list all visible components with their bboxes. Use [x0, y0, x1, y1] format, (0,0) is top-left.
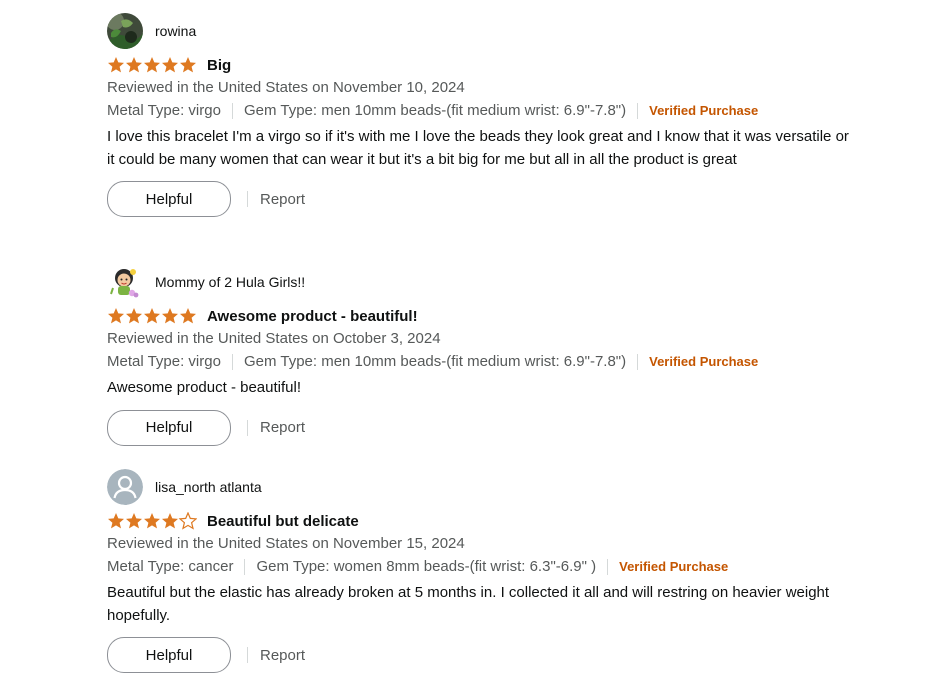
metal-type[interactable]: Metal Type: virgo: [107, 351, 221, 373]
helpful-button[interactable]: Helpful: [107, 409, 231, 446]
avatar[interactable]: [107, 13, 143, 49]
divider: [247, 191, 248, 207]
review-title[interactable]: Beautiful but delicate: [207, 513, 359, 530]
metal-type[interactable]: Metal Type: cancer: [107, 556, 233, 578]
review-actions: Helpful Report: [107, 409, 907, 446]
report-link[interactable]: Report: [260, 191, 305, 208]
gem-type[interactable]: Gem Type: men 10mm beads-(fit medium wri…: [244, 100, 626, 122]
review-actions: Helpful Report: [107, 181, 907, 217]
review-title-row: Big: [107, 54, 907, 76]
reviewer-profile[interactable]: rowina: [107, 12, 907, 50]
avatar[interactable]: [107, 469, 143, 505]
review-title[interactable]: Big: [207, 57, 231, 74]
divider: [231, 103, 233, 119]
star-rating[interactable]: [107, 512, 199, 530]
person-icon: [107, 469, 143, 505]
reviewer-profile[interactable]: lisa_north atlanta: [107, 468, 907, 506]
reviewer-name[interactable]: Mommy of 2 Hula Girls!!: [155, 274, 305, 290]
helpful-button[interactable]: Helpful: [107, 637, 231, 673]
report-link[interactable]: Report: [260, 647, 305, 664]
five-star-rating-icon: [108, 308, 196, 324]
divider: [247, 647, 248, 663]
divider: [247, 419, 248, 436]
review-body: Awesome product - beautiful!: [107, 379, 301, 396]
review-card: Mommy of 2 Hula Girls!! Awesome product …: [107, 263, 907, 446]
variant-info: Metal Type: cancer Gem Type: women 8mm b…: [107, 556, 907, 578]
reviewer-name[interactable]: lisa_north atlanta: [155, 479, 262, 495]
avatar[interactable]: [107, 264, 143, 300]
review-actions: Helpful Report: [107, 637, 907, 673]
gem-type[interactable]: Gem Type: women 8mm beads-(fit wrist: 6.…: [256, 556, 596, 578]
variant-info: Metal Type: virgo Gem Type: men 10mm bea…: [107, 100, 907, 122]
review-date: Reviewed in the United States on Novembe…: [107, 79, 465, 96]
divider: [637, 354, 639, 370]
hula-girl-avatar-icon: [107, 264, 143, 300]
reviewer-profile[interactable]: Mommy of 2 Hula Girls!!: [107, 263, 907, 301]
report-link[interactable]: Report: [260, 419, 305, 436]
metal-type[interactable]: Metal Type: virgo: [107, 100, 221, 122]
variant-info: Metal Type: virgo Gem Type: men 10mm bea…: [107, 351, 907, 373]
five-star-rating-icon: [108, 57, 196, 73]
verified-purchase-badge[interactable]: Verified Purchase: [649, 351, 758, 373]
review-card: lisa_north atlanta Beautiful but delicat…: [107, 468, 907, 673]
star-rating[interactable]: [107, 56, 199, 74]
divider: [607, 559, 609, 575]
gem-type[interactable]: Gem Type: men 10mm beads-(fit medium wri…: [244, 351, 626, 373]
star-rating[interactable]: [107, 307, 199, 325]
review-body: I love this bracelet I'm a virgo so if i…: [107, 128, 849, 168]
review-date: Reviewed in the United States on Novembe…: [107, 535, 465, 552]
divider: [244, 559, 246, 575]
review-title[interactable]: Awesome product - beautiful!: [207, 308, 418, 325]
review-title-row: Awesome product - beautiful!: [107, 305, 907, 327]
avatar-photo-icon: [107, 13, 143, 49]
review-body: Beautiful but the elastic has already br…: [107, 584, 830, 624]
helpful-button[interactable]: Helpful: [107, 181, 231, 217]
review-card: rowina Big Reviewed in the United States…: [107, 12, 907, 217]
divider: [231, 354, 233, 370]
review-date: Reviewed in the United States on October…: [107, 330, 441, 347]
reviewer-name[interactable]: rowina: [155, 23, 196, 39]
four-star-rating-icon: [108, 512, 197, 530]
divider: [637, 103, 639, 119]
review-title-row: Beautiful but delicate: [107, 510, 907, 532]
verified-purchase-badge[interactable]: Verified Purchase: [619, 556, 728, 578]
verified-purchase-badge[interactable]: Verified Purchase: [649, 100, 758, 122]
